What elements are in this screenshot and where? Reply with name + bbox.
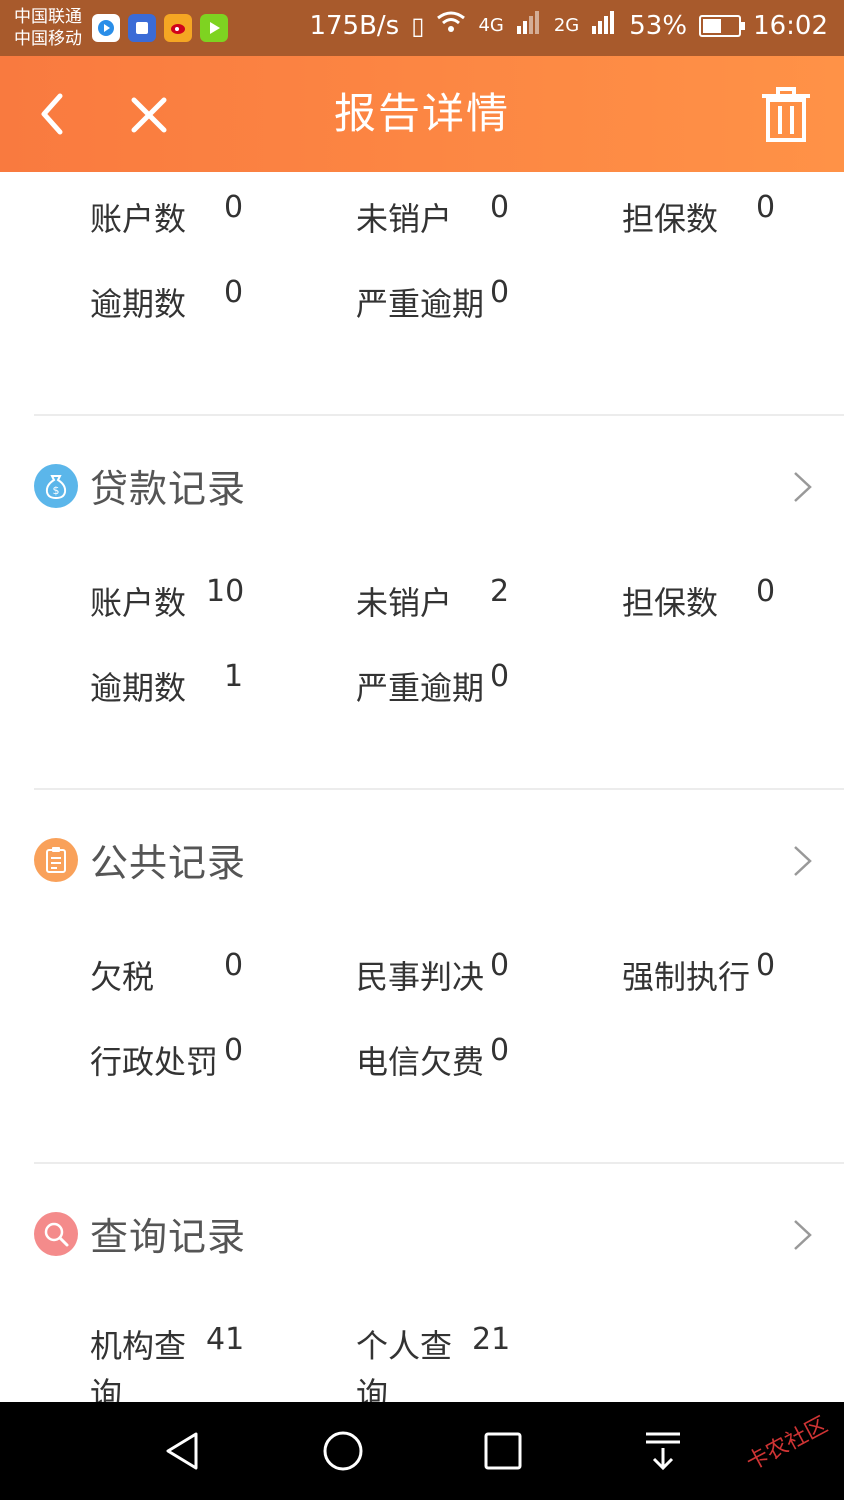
summary-row-2: 逾期数 0 严重逾期 0: [90, 275, 510, 323]
battery-percent: 53%: [629, 10, 688, 41]
loan-records-title: 贷款记录: [90, 467, 247, 511]
trash-icon[interactable]: [758, 84, 814, 144]
svg-text:$: $: [53, 484, 60, 497]
watermark-logo: 卡农社区: [742, 1412, 832, 1476]
chevron-right-icon[interactable]: [792, 470, 814, 504]
network-speed: 175B/s: [309, 10, 400, 41]
chevron-right-icon[interactable]: [792, 1218, 814, 1252]
carrier-names: 中国联通 中国移动: [14, 6, 82, 50]
system-nav-bar: 卡农社区: [0, 1402, 844, 1500]
public-row-2: 行政处罚 0 电信欠费 0: [90, 1033, 510, 1081]
loan-row-2: 逾期数 1 严重逾期 0: [90, 659, 510, 707]
nav-pull-down-icon[interactable]: [640, 1428, 686, 1474]
wifi-icon: [436, 10, 466, 41]
clock: 16:02: [753, 10, 828, 41]
tieba-icon: [128, 14, 156, 42]
page-title: 报告详情: [333, 89, 510, 138]
weibo-icon: [164, 14, 192, 42]
money-bag-icon: $: [34, 464, 78, 508]
battery-icon: [699, 14, 746, 37]
query-records-title: 查询记录: [90, 1215, 247, 1259]
public-row-1: 欠税 0 民事判决 0 强制执行 0: [90, 948, 776, 996]
report-content[interactable]: 账户数 0 未销户 0 担保数 0 逾期数 0 严重逾期 0 $ 贷款记录 账户…: [0, 172, 844, 1402]
query-row-1: 机构查询 41 个人查询 21: [90, 1322, 511, 1402]
query-records-header[interactable]: 查询记录: [0, 1164, 844, 1304]
signal-icon: [516, 10, 542, 41]
vibrate-icon: ▯: [411, 11, 425, 40]
search-icon: [34, 1212, 78, 1256]
status-bar: 中国联通 中国移动 175B/s ▯ 4G 2G 53% 16:02: [0, 0, 844, 56]
status-indicators: 175B/s ▯ 4G 2G 53% 16:02: [309, 10, 828, 41]
clipboard-icon: [34, 838, 78, 882]
signal-icon-2: [591, 10, 617, 41]
notification-app-icons: [92, 14, 228, 42]
summary-row-1: 账户数 0 未销户 0 担保数 0: [90, 190, 776, 238]
app-header: 报告详情: [0, 56, 844, 172]
loan-records-header[interactable]: $ 贷款记录: [0, 416, 844, 556]
credit-card-summary: 账户数 0 未销户 0 担保数 0 逾期数 0 严重逾期 0: [0, 172, 844, 416]
nav-home-icon[interactable]: [320, 1428, 366, 1474]
carrier-1: 中国联通: [14, 7, 82, 27]
public-records-section: 公共记录 欠税 0 民事判决 0 强制执行 0 行政处罚 0 电信欠费 0: [0, 790, 844, 1164]
loan-records-section: $ 贷款记录 账户数 10 未销户 2 担保数 0 逾期数 1 严重逾期 0: [0, 416, 844, 790]
query-records-section: 查询记录 机构查询 41 个人查询 21: [0, 1164, 844, 1402]
public-records-header[interactable]: 公共记录: [0, 790, 844, 930]
loan-row-1: 账户数 10 未销户 2 担保数 0: [90, 574, 776, 622]
nav-back-icon[interactable]: [160, 1428, 206, 1474]
nav-recent-icon[interactable]: [480, 1428, 526, 1474]
signal-2g-label: 2G: [553, 15, 580, 36]
signal-4g-label: 4G: [478, 15, 504, 36]
chevron-right-icon[interactable]: [792, 844, 814, 878]
public-records-title: 公共记录: [90, 841, 247, 885]
carrier-2: 中国移动: [14, 29, 82, 49]
video-app-icon: [92, 14, 120, 42]
player-app-icon: [200, 14, 228, 42]
battery-fill: [703, 18, 722, 33]
